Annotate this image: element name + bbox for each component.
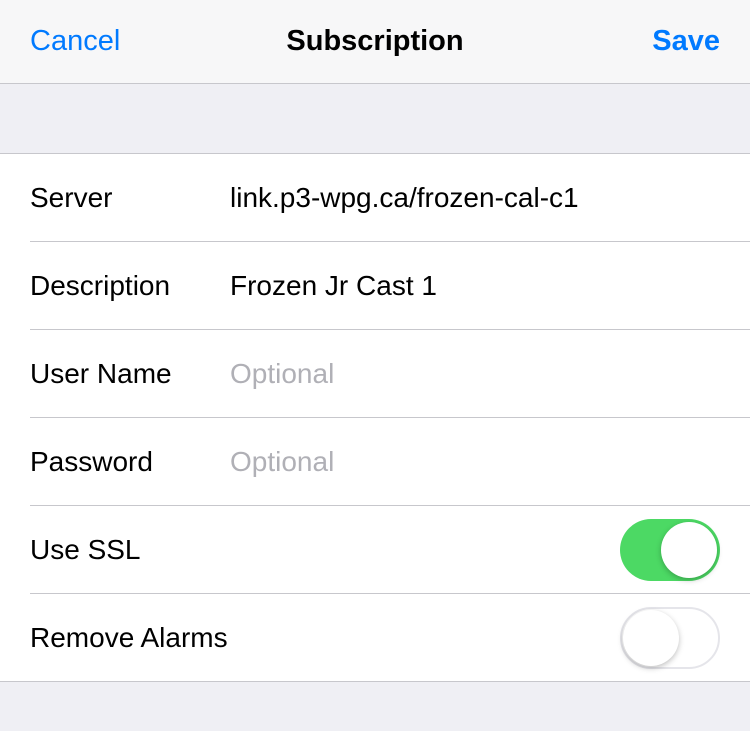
use-ssl-label: Use SSL — [30, 534, 230, 566]
remove-alarms-row: Remove Alarms — [0, 594, 750, 682]
remove-alarms-label: Remove Alarms — [30, 622, 228, 654]
server-value: link.p3-wpg.ca/frozen-cal-c1 — [230, 182, 720, 214]
toggle-knob — [623, 610, 679, 666]
use-ssl-toggle[interactable] — [620, 519, 720, 581]
server-row[interactable]: Server link.p3-wpg.ca/frozen-cal-c1 — [0, 154, 750, 242]
subscription-form: Server link.p3-wpg.ca/frozen-cal-c1 Desc… — [0, 154, 750, 682]
save-button[interactable]: Save — [652, 25, 720, 58]
remove-alarms-toggle[interactable] — [620, 607, 720, 669]
section-spacer — [0, 84, 750, 154]
username-input[interactable] — [230, 358, 720, 390]
description-label: Description — [30, 270, 230, 302]
description-value: Frozen Jr Cast 1 — [230, 270, 720, 302]
cancel-button[interactable]: Cancel — [30, 25, 120, 58]
password-label: Password — [30, 446, 230, 478]
server-label: Server — [30, 182, 230, 214]
password-input[interactable] — [230, 446, 720, 478]
use-ssl-row: Use SSL — [0, 506, 750, 594]
username-label: User Name — [30, 358, 230, 390]
navigation-bar: Cancel Subscription Save — [0, 0, 750, 84]
toggle-knob — [661, 522, 717, 578]
description-row[interactable]: Description Frozen Jr Cast 1 — [0, 242, 750, 330]
username-row: User Name — [0, 330, 750, 418]
page-title: Subscription — [286, 25, 463, 58]
password-row: Password — [0, 418, 750, 506]
